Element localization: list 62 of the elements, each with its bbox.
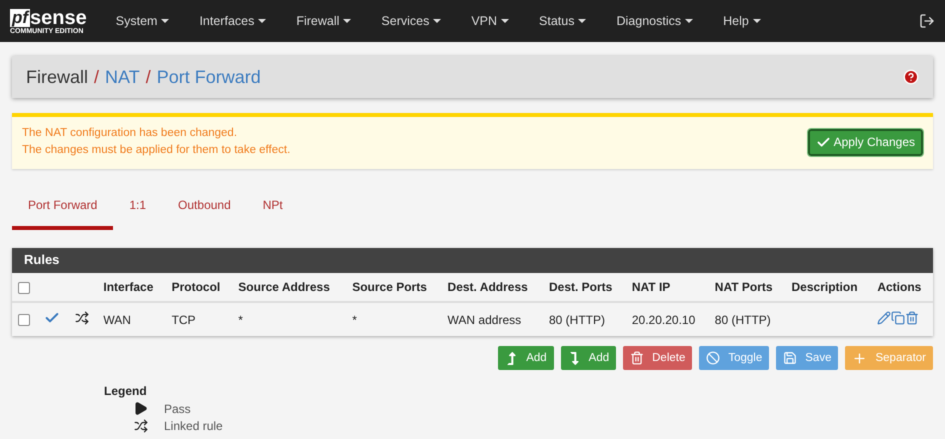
panel-title: Rules <box>12 248 933 273</box>
table-cell: * <box>238 312 243 326</box>
table-cell: 80 (HTTP) <box>548 312 605 326</box>
table-cell: TCP <box>172 312 196 326</box>
trash-icon <box>630 351 644 365</box>
legend-label: Linked rule <box>164 419 223 433</box>
help-icon[interactable] <box>903 69 919 85</box>
column-header: Protocol <box>166 273 232 302</box>
legend-title: Legend <box>104 384 148 398</box>
column-header: Interface <box>97 273 166 302</box>
menu-item[interactable]: Interfaces <box>184 14 282 28</box>
column-header: Source Ports <box>346 273 442 302</box>
logout-icon[interactable] <box>919 13 935 29</box>
select-all-checkbox[interactable] <box>18 282 30 294</box>
menu-item[interactable]: Diagnostics <box>601 14 708 28</box>
tab[interactable]: Outbound <box>162 195 247 230</box>
tab[interactable]: Port Forward <box>12 195 114 230</box>
save-icon <box>783 351 798 365</box>
edit-icon[interactable] <box>877 311 892 325</box>
breadcrumb-text: Firewall <box>26 66 88 88</box>
ban-icon <box>706 351 720 365</box>
column-header: Actions <box>871 273 933 302</box>
legend-label: Pass <box>164 402 192 416</box>
delete-button[interactable]: Delete <box>623 346 692 370</box>
breadcrumb-separator: / <box>146 66 151 88</box>
row-checkbox[interactable] <box>18 314 30 326</box>
alert-message: The changes must be applied for them to take effect. <box>22 143 292 158</box>
arrow-up-icon <box>505 352 518 364</box>
add-bottom-button[interactable]: Add <box>560 346 616 370</box>
column-header: Source Address <box>232 273 346 302</box>
breadcrumb-link[interactable]: Port Forward <box>156 66 261 88</box>
plus-icon <box>852 350 868 366</box>
table-cell: WAN <box>103 312 131 326</box>
tab[interactable]: 1:1 <box>113 195 162 230</box>
menu-item[interactable]: Firewall <box>281 14 366 28</box>
table-cell: 80 (HTTP) <box>714 312 771 326</box>
breadcrumb-link[interactable]: NAT <box>105 66 140 88</box>
add-top-button[interactable]: Add <box>498 346 554 370</box>
copy-icon[interactable] <box>891 311 906 325</box>
tab[interactable]: NPt <box>246 195 299 230</box>
breadcrumb-separator: / <box>94 66 100 88</box>
logo-mark: pf <box>10 8 30 26</box>
menu-item[interactable]: VPN <box>456 14 524 28</box>
play-icon <box>133 401 148 416</box>
menu-item[interactable]: Status <box>524 14 602 28</box>
table-cell: WAN address <box>448 312 522 326</box>
menu-item[interactable]: Help <box>708 14 776 28</box>
alert-message: The NAT configuration has been changed. <box>22 126 238 141</box>
column-header: Dest. Ports <box>542 273 626 302</box>
trash-icon[interactable] <box>905 311 920 325</box>
column-header: NAT IP <box>626 273 709 302</box>
apply-changes-button[interactable]: Apply Changes <box>808 128 923 156</box>
column-header: NAT Ports <box>708 273 786 302</box>
arrow-down-icon <box>568 352 581 364</box>
column-header: Dest. Address <box>442 273 543 302</box>
menu-item[interactable]: Services <box>366 14 456 28</box>
table-cell: 20.20.20.10 <box>632 312 696 326</box>
menu-item[interactable]: System <box>100 14 184 28</box>
table-cell: * <box>352 312 357 326</box>
column-header: Description <box>786 273 872 302</box>
shuffle-icon <box>134 419 148 433</box>
logo-text: sense <box>30 8 87 28</box>
